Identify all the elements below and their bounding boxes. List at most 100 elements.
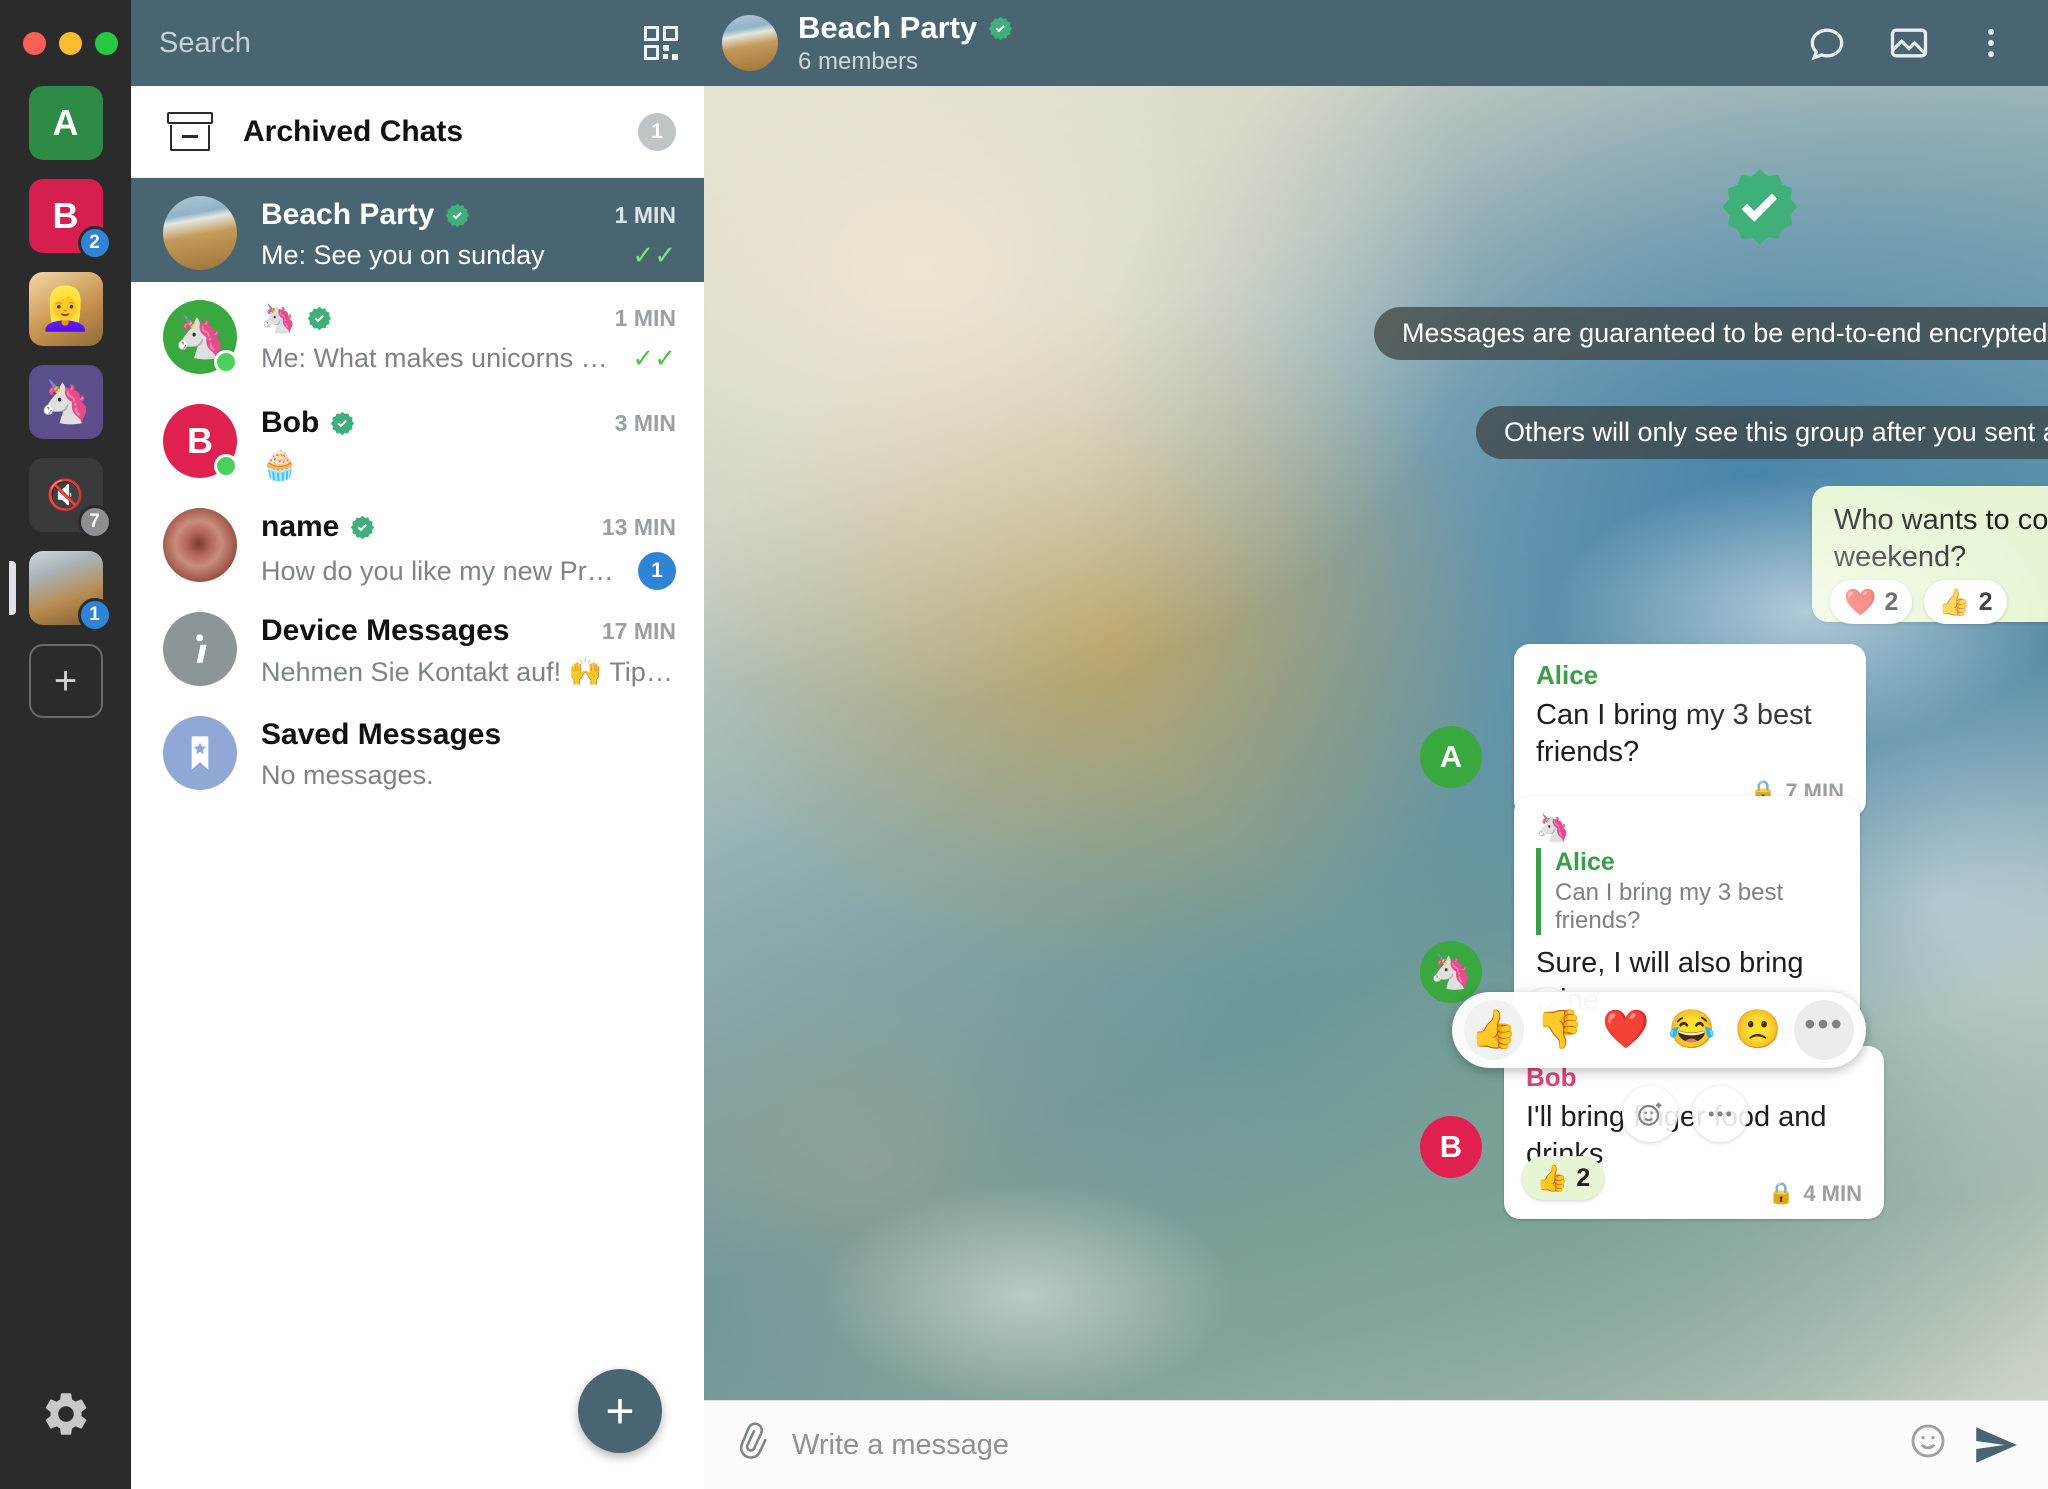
chat-item-body: Device Messages 17 MIN Nehmen Sie Kontak… — [261, 612, 676, 688]
chat-item-preview: How do you like my new Profile Picture? — [261, 555, 628, 586]
message-text: Who wants to come to the party this week… — [1834, 504, 2048, 574]
message-reactions-bob[interactable]: 👍 2 — [1522, 1156, 1605, 1200]
reaction-chip[interactable]: 👍 2 — [1522, 1156, 1605, 1200]
chat-item-time: 17 MIN — [601, 617, 676, 644]
search-bar[interactable]: Search — [131, 0, 704, 86]
conversation-header: Beach Party 6 members — [704, 0, 2048, 86]
chat-item-bottom: 🧁 — [261, 448, 676, 483]
settings-gear-icon[interactable] — [40, 1388, 92, 1447]
verified-badge-icon — [306, 305, 333, 332]
unicorn-emoji-icon: 🦄 — [1429, 953, 1473, 991]
reaction-chip[interactable]: ❤️ 2 — [1830, 580, 1913, 624]
verified-badge-icon — [329, 410, 356, 437]
paperclip-icon[interactable] — [727, 1418, 776, 1473]
avatar — [163, 612, 237, 686]
reaction-count: 2 — [1978, 587, 1993, 616]
window-traffic-lights — [0, 0, 131, 86]
chat-item-preview: No messages. — [261, 760, 434, 790]
chat-item-name: Saved Messages — [261, 718, 502, 751]
account-rail: A B 2 👱‍♀️ 🦄 🔇 7 1 + — [0, 0, 131, 1489]
avatar[interactable]: 🦄 — [1420, 941, 1482, 1003]
account-avatar-woman[interactable]: 👱‍♀️ — [28, 272, 103, 346]
chat-item-top: Beach Party 1 MIN — [261, 198, 676, 232]
chat-item-body: Beach Party 1 MIN Me: See you on sunday … — [261, 196, 676, 271]
avatar — [163, 196, 237, 270]
account-avatar-muted[interactable]: 🔇 7 — [28, 458, 112, 539]
conversation-avatar[interactable] — [722, 15, 778, 71]
chat-bubble-icon[interactable] — [1796, 12, 1858, 74]
avatar — [163, 508, 237, 582]
account-avatar-b[interactable]: B 2 — [28, 179, 112, 260]
chat-item-body: Bob 3 MIN 🧁 — [261, 404, 676, 483]
reaction-count: 2 — [1884, 587, 1899, 616]
system-message-e2e[interactable]: Messages are guaranteed to be end-to-end… — [1374, 307, 2048, 360]
account-avatar-a[interactable]: A — [28, 86, 103, 160]
maximize-window-button[interactable] — [95, 31, 118, 55]
close-window-button[interactable] — [23, 31, 46, 55]
thumbs-up-emoji-icon: 👍 — [1536, 1163, 1569, 1193]
new-chat-button[interactable]: + — [578, 1369, 662, 1453]
search-input[interactable]: Search — [159, 27, 632, 60]
chat-item-preview: Nehmen Sie Kontakt auf! 🙌 Tippen Sie auf… — [261, 657, 676, 687]
archived-chats-count: 1 — [638, 112, 676, 151]
chat-item-name: 🦄 — [261, 303, 296, 334]
heart-emoji-icon: ❤️ — [1844, 587, 1877, 617]
quote-text: Can I bring my 3 best friends? — [1555, 879, 1784, 934]
reaction-more-button[interactable]: ••• — [1794, 1000, 1854, 1060]
send-icon[interactable] — [1970, 1419, 2022, 1471]
chat-list-item-device-messages[interactable]: Device Messages 17 MIN Nehmen Sie Kontak… — [131, 594, 704, 698]
reaction-chip[interactable]: 👍 2 — [1924, 580, 2007, 624]
reaction-option-thumbs-up-icon[interactable]: 👍 — [1464, 1000, 1524, 1060]
account-a-letter: A — [52, 102, 79, 143]
qr-code-icon[interactable] — [644, 26, 678, 60]
chat-list-item-saved-messages[interactable]: Saved Messages No messages. — [131, 698, 704, 802]
chat-item-body: 🦄 1 MIN Me: What makes unicorns unique? … — [261, 300, 676, 374]
account-b-badge: 2 — [77, 226, 112, 260]
reaction-count: 2 — [1576, 1163, 1591, 1192]
chat-list-item-bob[interactable]: B Bob 3 MIN 🧁 — [131, 386, 704, 490]
info-icon — [163, 612, 237, 686]
telegram-window: A B 2 👱‍♀️ 🦄 🔇 7 1 + — [0, 0, 2048, 1489]
more-vertical-icon[interactable] — [1960, 12, 2022, 74]
add-account-button[interactable]: + — [28, 644, 103, 718]
chat-list-item-unicorn[interactable]: 🦄 🦄 1 MIN Me: What makes unicorns unique… — [131, 282, 704, 386]
archived-chats-row[interactable]: Archived Chats 1 — [131, 86, 704, 178]
read-receipt-icon: ✓✓ — [632, 343, 676, 373]
minimize-window-button[interactable] — [59, 31, 82, 55]
message-composer: Write a message — [704, 1400, 2048, 1489]
reaction-option-heart-icon[interactable]: ❤️ — [1596, 1000, 1656, 1060]
chat-item-time: 1 MIN — [614, 201, 676, 228]
message-text: Can I bring my 3 best friends? — [1536, 699, 1812, 769]
chat-item-name: Bob — [261, 406, 320, 439]
message-hover-actions — [1622, 1086, 1748, 1142]
message-input[interactable]: Write a message — [792, 1429, 1886, 1462]
reaction-picker-popup[interactable]: 👍 👎 ❤️ 😂 🙁 ••• — [1452, 992, 1866, 1068]
chat-item-top: Saved Messages — [261, 718, 676, 752]
emoji-icon[interactable] — [1908, 1421, 1948, 1470]
conversation-column: Beach Party 6 members Messages are guara… — [704, 0, 2048, 1489]
reaction-option-frown-icon[interactable]: 🙁 — [1728, 1000, 1788, 1060]
chat-item-bottom: No messages. — [261, 760, 676, 791]
account-avatar-unicorn[interactable]: 🦄 — [28, 365, 103, 439]
account-photo-badge: 1 — [77, 598, 112, 632]
chat-list-item-beach-party[interactable]: Beach Party 1 MIN Me: See you on sunday … — [131, 178, 704, 282]
chat-item-bottom: Me: What makes unicorns unique? ✓✓ — [261, 343, 676, 374]
account-avatar-photo[interactable]: 1 — [8, 551, 112, 632]
message-bubble-alice-friends[interactable]: Alice Can I bring my 3 best friends? 🔒 7… — [1514, 644, 1866, 818]
avatar[interactable]: B — [1420, 1116, 1482, 1178]
chat-item-name: name — [261, 510, 340, 543]
add-reaction-icon[interactable] — [1622, 1086, 1678, 1142]
conversation-title-block[interactable]: Beach Party 6 members — [798, 10, 1014, 76]
avatar[interactable]: A — [1420, 726, 1482, 788]
reaction-option-thumbs-down-icon[interactable]: 👎 — [1530, 1000, 1590, 1060]
chat-item-body: Saved Messages No messages. — [261, 716, 676, 791]
gallery-icon[interactable] — [1878, 12, 1940, 74]
reaction-option-joy-icon[interactable]: 😂 — [1662, 1000, 1722, 1060]
chat-list-item-name[interactable]: name 13 MIN How do you like my new Profi… — [131, 490, 704, 594]
chat-item-top: name 13 MIN — [261, 510, 676, 544]
avatar: B — [163, 404, 238, 478]
message-reactions-party[interactable]: ❤️ 2 👍 2 — [1830, 580, 2007, 624]
more-options-icon[interactable] — [1692, 1086, 1748, 1142]
quoted-message[interactable]: Alice Can I bring my 3 best friends? — [1536, 848, 1838, 935]
chat-item-body: name 13 MIN How do you like my new Profi… — [261, 508, 676, 590]
